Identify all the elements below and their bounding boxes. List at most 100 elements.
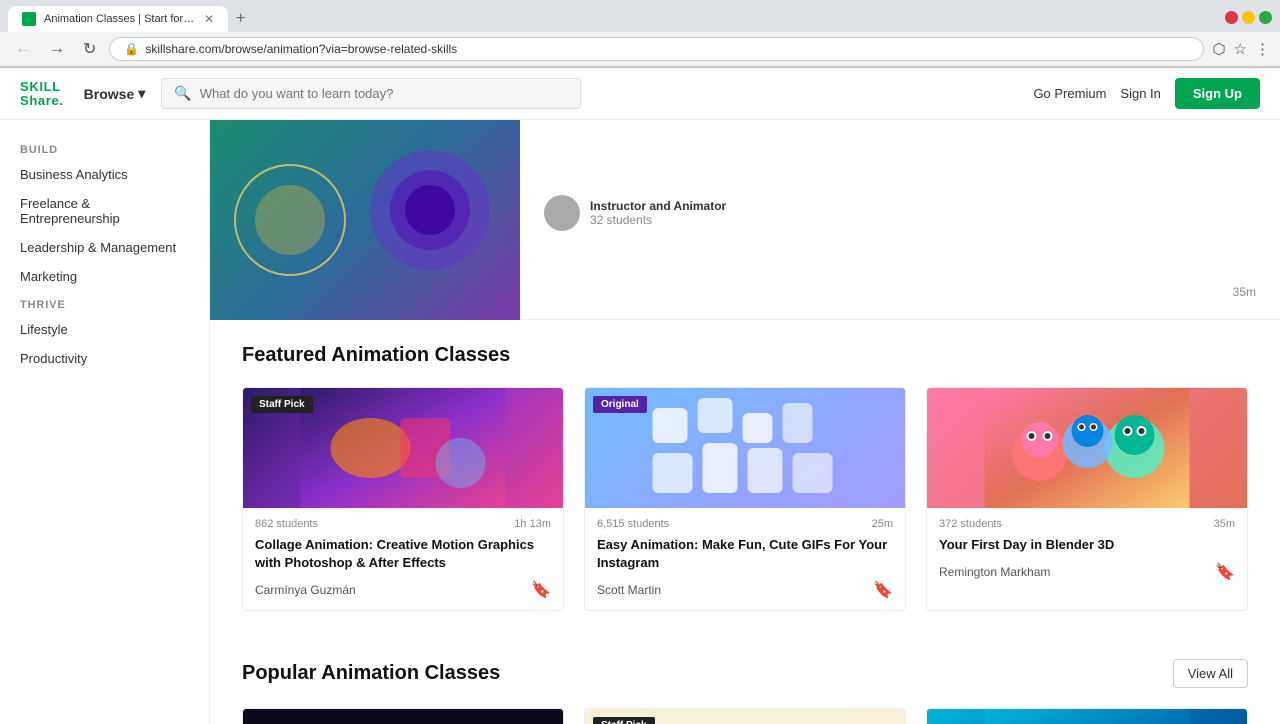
card-2-footer: Scott Martin 🔖 [597,580,893,600]
sidebar-item-marketing[interactable]: Marketing [0,262,209,291]
featured-cards-grid: Staff Pick 862 students 1h 13m Collage A… [242,387,1248,611]
card-2-bookmark-button[interactable]: 🔖 [873,580,893,600]
sidebar-item-leadership[interactable]: Leadership & Management [0,233,209,262]
card-3-bookmark-button[interactable]: 🔖 [1215,562,1235,582]
menu-button[interactable]: ⋮ [1255,40,1270,58]
card-3-author: Remington Markham [939,565,1050,579]
card-3-stats: 372 students 35m [939,518,1235,530]
refresh-button[interactable]: ↻ [78,37,101,61]
card-1-thumb-wrap: Staff Pick [243,388,563,508]
window-close-button[interactable] [1225,11,1238,24]
card-2-author: Scott Martin [597,583,661,597]
popular-card-2-badge: Staff Pick [593,717,655,724]
featured-card-3[interactable]: 372 students 35m Your First Day in Blend… [926,387,1248,611]
sidebar-item-business-analytics[interactable]: Business Analytics [0,160,209,189]
browser-toolbar: ← → ↻ 🔒 skillshare.com/browse/animation?… [0,32,1280,67]
popular-section: Popular Animation Classes View All A SKI… [210,635,1280,724]
sidebar-thrive-section-label: THRIVE [0,291,209,315]
card-2-duration: 25m [872,518,893,530]
popular-card-1-thumb-wrap: A SKILLSHARE COURSE BY JAKE BARTLETT THE… [243,709,563,724]
card-1-body: 862 students 1h 13m Collage Animation: C… [243,508,563,610]
logo-skill: SKILL [20,80,64,94]
card-1-badge: Staff Pick [251,396,313,413]
card-3-thumbnail [927,388,1247,508]
search-bar[interactable]: 🔍 [161,78,581,109]
card-1-duration: 1h 13m [514,518,551,530]
card-2-stats: 6,515 students 25m [597,518,893,530]
top-card-duration: 35m [544,285,1256,299]
card-3-footer: Remington Markham 🔖 [939,562,1235,582]
star-button[interactable]: ☆ [1234,40,1247,58]
popular-card-2[interactable]: animating with ease v2 A SKILLSHARE COUR… [584,708,906,724]
url-text: skillshare.com/browse/animation?via=brow… [145,42,457,56]
card-1-bookmark-button[interactable]: 🔖 [531,580,551,600]
browse-label: Browse [84,86,135,102]
skillshare-header: SKILL Share. Browse ▾ 🔍 Go Premium Sign … [0,68,1280,120]
popular-card-2-thumb-wrap: animating with ease v2 A SKILLSHARE COUR… [585,709,905,724]
top-card-info: Instructor and Animator 32 students 35m [520,120,1280,319]
main-layout: BUILD Business Analytics Freelance & Ent… [0,120,1280,724]
featured-card-2[interactable]: Original 6,515 students 25m Easy Animati… [584,387,906,611]
card-2-title: Easy Animation: Make Fun, Cute GIFs For … [597,536,893,572]
sidebar-item-productivity[interactable]: Productivity [0,344,209,373]
card-1-stats: 862 students 1h 13m [255,518,551,530]
new-tab-button[interactable]: + [228,6,253,32]
browse-chevron-icon: ▾ [138,85,145,102]
popular-card-1[interactable]: A SKILLSHARE COURSE BY JAKE BARTLETT THE… [242,708,564,724]
top-card: Instructor and Animator 32 students 35m [210,120,1280,320]
instructor-avatar [544,195,580,231]
popular-card-3-thumbnail: TUTORIALS & TIPS YOUR FIRST 3D [927,709,1247,724]
extensions-button[interactable]: ⬡ [1212,40,1225,58]
popular-cards-grid: A SKILLSHARE COURSE BY JAKE BARTLETT THE… [242,708,1248,724]
sidebar-item-lifestyle[interactable]: Lifestyle [0,315,209,344]
top-card-instructor-info: Instructor and Animator 32 students [544,195,1256,231]
browser-chrome: Animation Classes | Start for Fre... ✕ +… [0,0,1280,68]
header-right: Go Premium Sign In Sign Up [1033,78,1260,109]
search-icon: 🔍 [174,85,191,102]
featured-section-title: Featured Animation Classes [242,344,1248,367]
address-bar[interactable]: 🔒 skillshare.com/browse/animation?via=br… [109,37,1204,61]
popular-section-header: Popular Animation Classes View All [242,659,1248,688]
instructor-role: Instructor and Animator [590,199,726,213]
popular-card-1-thumbnail: A SKILLSHARE COURSE BY JAKE BARTLETT THE… [243,709,563,724]
browse-button[interactable]: Browse ▾ [84,85,146,102]
sign-up-button[interactable]: Sign Up [1175,78,1260,109]
lock-icon: 🔒 [124,42,139,56]
card-1-footer: Carmínya Guzmán 🔖 [255,580,551,600]
search-input[interactable] [200,86,569,101]
card-3-body: 372 students 35m Your First Day in Blend… [927,508,1247,592]
browser-tabs: Animation Classes | Start for Fre... ✕ + [0,0,1280,32]
card-1-students: 862 students [255,518,318,530]
card-1-author: Carmínya Guzmán [255,583,356,597]
sidebar-item-freelance[interactable]: Freelance & Entrepreneurship [0,189,209,233]
active-tab[interactable]: Animation Classes | Start for Fre... ✕ [8,6,228,32]
top-card-thumbnail [210,120,520,320]
popular-section-title: Popular Animation Classes [242,662,500,685]
tab-title: Animation Classes | Start for Fre... [44,13,196,25]
view-all-button[interactable]: View All [1173,659,1248,688]
popular-card-3-thumb-wrap: TUTORIALS & TIPS YOUR FIRST 3D [927,709,1247,724]
tab-favicon [22,12,36,26]
forward-button[interactable]: → [44,38,70,60]
popular-card-3[interactable]: TUTORIALS & TIPS YOUR FIRST 3D [926,708,1248,724]
card-2-body: 6,515 students 25m Easy Animation: Make … [585,508,905,610]
card-3-duration: 35m [1214,518,1235,530]
skillshare-logo[interactable]: SKILL Share. [20,80,64,107]
back-button[interactable]: ← [10,38,36,60]
top-card-students: 32 students [590,213,726,227]
featured-card-1[interactable]: Staff Pick 862 students 1h 13m Collage A… [242,387,564,611]
card-2-thumb-wrap: Original [585,388,905,508]
card-1-title: Collage Animation: Creative Motion Graph… [255,536,551,572]
go-premium-link[interactable]: Go Premium [1033,86,1106,101]
logo-share: Share. [20,94,64,108]
sign-in-link[interactable]: Sign In [1120,86,1160,101]
window-maximize-button[interactable] [1259,11,1272,24]
card-3-thumb-wrap [927,388,1247,508]
card-2-badge: Original [593,396,647,413]
sidebar-build-section-label: BUILD [0,136,209,160]
card-3-students: 372 students [939,518,1002,530]
instructor-details: Instructor and Animator 32 students [590,199,726,227]
window-minimize-button[interactable] [1242,11,1255,24]
card-2-students: 6,515 students [597,518,669,530]
tab-close-button[interactable]: ✕ [204,12,214,26]
